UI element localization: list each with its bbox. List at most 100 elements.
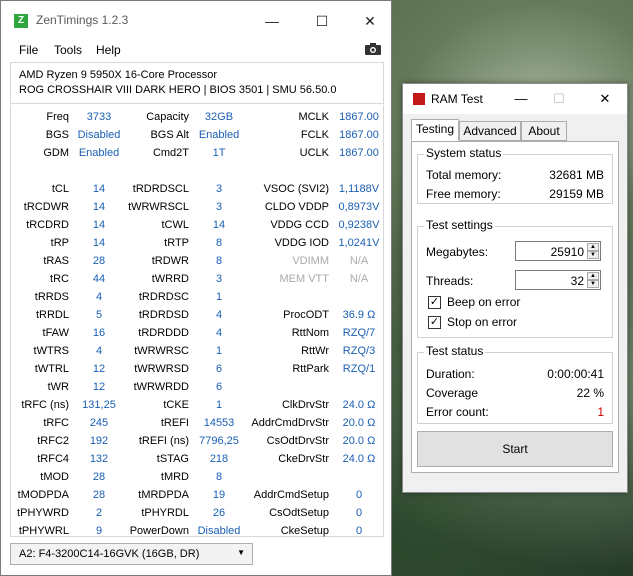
threads-value: 32 <box>570 274 584 288</box>
ramtest-title: RAM Test <box>431 92 483 106</box>
timing-label: VDDG IOD <box>274 237 329 249</box>
cpu-info-panel: AMD Ryzen 9 5950X 16-Core Processor ROG … <box>10 62 384 104</box>
coverage-value: 22 % <box>576 386 604 400</box>
timing-value: 20.0 Ω <box>342 435 376 447</box>
timing-label: tWRWRSD <box>134 363 189 375</box>
timing-label: tRFC4 <box>37 453 69 465</box>
spin-up-icon[interactable]: ▲ <box>587 243 599 251</box>
timing-label: tCL <box>51 183 69 195</box>
total-memory-value: 32681 MB <box>549 168 604 182</box>
timing-label: BGS Alt <box>150 129 189 141</box>
window-title: ZenTimings 1.2.3 <box>36 13 129 27</box>
total-memory-label: Total memory: <box>426 168 502 182</box>
minimize-icon[interactable]: — <box>507 88 535 110</box>
timing-label: tPHYWRD <box>17 507 69 519</box>
timing-value: 0 <box>355 507 363 519</box>
menu-file[interactable]: File <box>19 43 38 57</box>
timing-label: tRFC <box>43 417 69 429</box>
camera-icon[interactable] <box>365 43 381 55</box>
ramtest-window: RAM Test — ☐ ✕ Testing Advanced About Sy… <box>402 83 628 493</box>
timing-value: 0,9238V <box>338 219 380 231</box>
timing-value: 0 <box>355 525 363 537</box>
error-count-value: 1 <box>597 405 604 419</box>
timing-label: tRDRDSC <box>138 291 189 303</box>
stop-on-error-label[interactable]: Stop on error <box>447 315 517 329</box>
timing-label: CLDO VDDP <box>264 201 329 213</box>
timing-label: CkeSetup <box>280 525 329 537</box>
timing-label: RttPark <box>292 363 329 375</box>
timing-value: N/A <box>349 273 369 285</box>
test-status-group: Test status Duration: 0:00:00:41 Coverag… <box>417 344 613 424</box>
menu-tools[interactable]: Tools <box>54 43 82 57</box>
timing-label: RttNom <box>291 327 329 339</box>
timing-label: AddrCmdSetup <box>253 489 329 501</box>
timing-label: tRDRDSCL <box>132 183 189 195</box>
spin-down-icon[interactable]: ▼ <box>587 251 599 259</box>
tab-advanced[interactable]: Advanced <box>459 121 521 141</box>
threads-input[interactable]: 32 ▲ ▼ <box>515 270 601 290</box>
threads-label: Threads: <box>426 274 474 288</box>
ramtest-titlebar[interactable]: RAM Test — ☐ ✕ <box>403 84 627 114</box>
zentimings-window: Z ZenTimings 1.2.3 — ☐ ✕ File Tools Help… <box>0 0 392 576</box>
minimize-icon[interactable]: — <box>249 7 295 35</box>
timing-label: tMODPDA <box>17 489 69 501</box>
timing-label: tRC <box>50 273 69 285</box>
timing-label: Freq <box>46 111 69 123</box>
timing-label: MEM VTT <box>279 273 330 285</box>
timing-label: Cmd2T <box>152 147 189 159</box>
timing-label: FCLK <box>300 129 329 141</box>
timing-label: tWRRD <box>151 273 189 285</box>
timing-value: 24.0 Ω <box>342 399 376 411</box>
timing-label: tREFI <box>160 417 189 429</box>
spin-down-icon[interactable]: ▼ <box>587 280 599 288</box>
timing-label: tRCDRD <box>26 219 69 231</box>
dimm-select-value: A2: F4-3200C14-16GVK (16GB, DR) <box>19 548 200 560</box>
beep-on-error-checkbox[interactable]: ✓ <box>428 296 441 309</box>
timing-label: tRRDL <box>35 309 69 321</box>
timing-value: 1,0241V <box>338 237 380 249</box>
timing-value: 0,8973V <box>338 201 380 213</box>
timing-value: 8 <box>215 471 223 483</box>
megabytes-input[interactable]: 25910 ▲ ▼ <box>515 241 601 261</box>
timing-value: 24.0 Ω <box>342 453 376 465</box>
megabytes-value: 25910 <box>550 245 584 259</box>
timing-label: tREFI (ns) <box>138 435 189 447</box>
timing-label: MCLK <box>298 111 329 123</box>
timing-label: tWTRL <box>34 363 69 375</box>
spin-up-icon[interactable]: ▲ <box>587 272 599 280</box>
timing-value: 1 <box>215 291 223 303</box>
timings-table: Freq 3733 BGS Disabled GDM Enabled tCL 14 tRCDWR… <box>10 105 384 537</box>
chevron-down-icon: ▼ <box>237 548 245 557</box>
board-info: ROG CROSSHAIR VIII DARK HERO | BIOS 3501… <box>19 84 337 96</box>
start-button[interactable]: Start <box>417 431 613 467</box>
maximize-icon[interactable]: ☐ <box>299 7 345 35</box>
timing-label: tWRWRSC <box>134 345 189 357</box>
zentimings-titlebar[interactable]: Z ZenTimings 1.2.3 — ☐ ✕ <box>1 1 391 41</box>
test-settings-title: Test settings <box>424 218 495 232</box>
timing-label: ClkDrvStr <box>281 399 329 411</box>
timing-label: CsOdtSetup <box>269 507 329 519</box>
timing-label: tPHYRDL <box>141 507 189 519</box>
dimm-select[interactable]: A2: F4-3200C14-16GVK (16GB, DR) ▼ <box>10 543 253 565</box>
timing-value: 6 <box>215 381 223 393</box>
timing-label: ProcODT <box>283 309 329 321</box>
close-icon[interactable]: ✕ <box>347 7 393 35</box>
free-memory-value: 29159 MB <box>549 187 604 201</box>
timing-value: 1,1188V <box>338 183 380 195</box>
beep-on-error-label[interactable]: Beep on error <box>447 295 520 309</box>
timing-label: tRP <box>50 237 69 249</box>
tab-testing[interactable]: Testing <box>411 119 459 141</box>
timing-label: tMOD <box>40 471 69 483</box>
timing-label: AddrCmdDrvStr <box>251 417 329 429</box>
duration-label: Duration: <box>426 367 475 381</box>
timing-label: tFAW <box>42 327 69 339</box>
duration-value: 0:00:00:41 <box>547 367 604 381</box>
timing-label: tCWL <box>161 219 190 231</box>
timing-label: Capacity <box>146 111 189 123</box>
close-icon[interactable]: ✕ <box>591 88 619 110</box>
tab-about[interactable]: About <box>521 121 567 141</box>
ramtest-app-icon <box>413 93 425 105</box>
stop-on-error-checkbox[interactable]: ✓ <box>428 316 441 329</box>
timing-value: RZQ/7 <box>342 327 376 339</box>
menu-help[interactable]: Help <box>96 43 121 57</box>
